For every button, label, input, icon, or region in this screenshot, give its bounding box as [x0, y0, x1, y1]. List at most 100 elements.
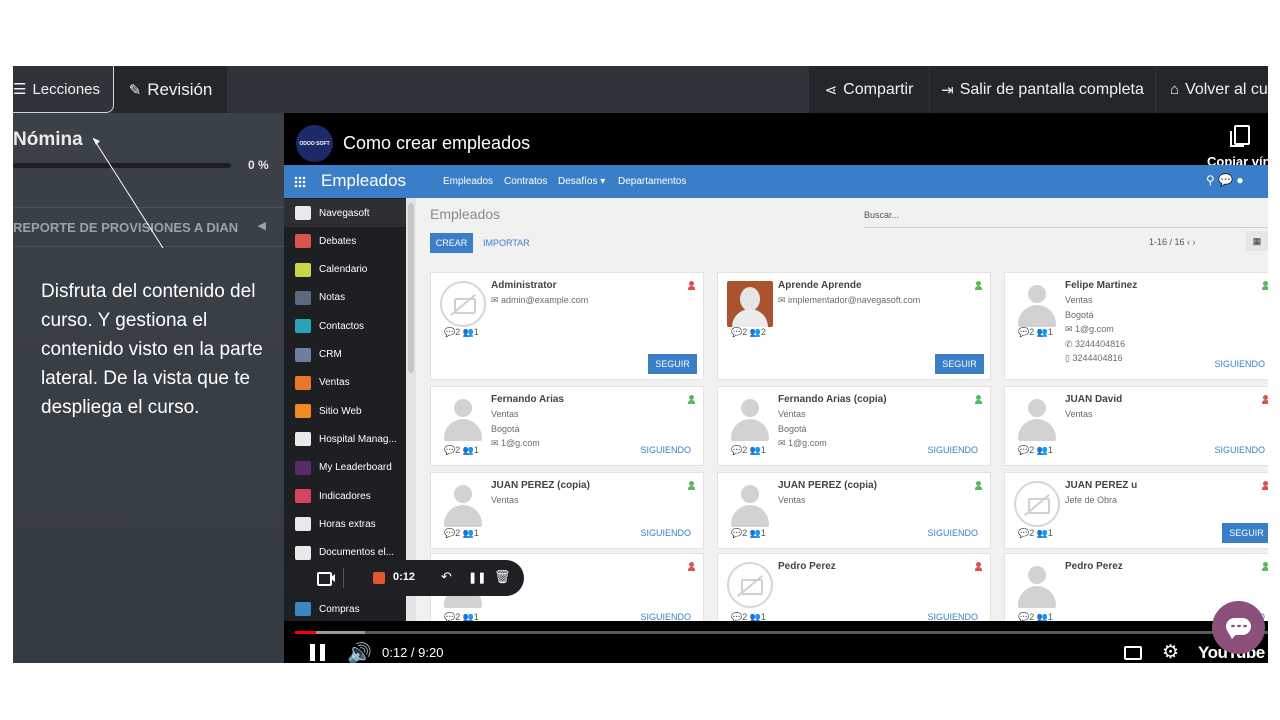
video-time: 0:12 / 9:20 [382, 645, 444, 660]
employee-name: Pedro Perez [778, 561, 836, 572]
exit-fullscreen-button[interactable]: ⇥ Salir de pantalla completa [930, 66, 1155, 113]
odoo-navbar: Empleados Empleados Contratos Desafíos ▾… [284, 165, 1268, 198]
odoo-app-item: Calendario [284, 256, 406, 284]
odoo-import-button: IMPORTAR [483, 238, 530, 248]
employee-card: JUAN PEREZ u Jefe de Obra 💬2 👥1 SEGUIR [1004, 472, 1268, 549]
following-label: SIGUIENDO [640, 528, 691, 538]
employee-avatar [440, 481, 486, 527]
app-icon [295, 319, 311, 334]
employee-card: Aprende Aprende ✉ implementador@navegasof… [717, 272, 991, 380]
presence-status-icon [688, 281, 695, 290]
presence-status-icon [688, 562, 695, 571]
odoo-content: Empleados Buscar... CREAR IMPORTAR 1-16 … [416, 198, 1268, 621]
pause-icon[interactable]: ❚❚ [468, 571, 486, 584]
app-icon [295, 517, 311, 532]
presence-status-icon [975, 481, 982, 490]
camera-icon[interactable] [309, 568, 343, 588]
following-label: SIGUIENDO [927, 445, 978, 455]
video-played [295, 631, 316, 634]
settings-icon[interactable]: ⚙ [1162, 641, 1179, 663]
lessons-button[interactable]: ☰ Lecciones [13, 66, 114, 113]
share-button[interactable]: ⋖ Compartir [809, 66, 929, 113]
employee-detail: Ventas [778, 495, 806, 505]
apps-grid-icon [294, 176, 306, 188]
follow-button: SEGUIR [648, 354, 697, 374]
employee-counters: 💬2 👥2 [731, 327, 766, 337]
odoo-app-label: Sitio Web [319, 405, 362, 417]
following-label: SIGUIENDO [640, 612, 691, 621]
employee-counters: 💬2 👥1 [1018, 612, 1053, 621]
video-title[interactable]: Como crear empleados [343, 133, 530, 154]
employee-name: Pedro Perez [1065, 561, 1123, 572]
odoo-app-item: Contactos [284, 312, 406, 340]
review-button[interactable]: ✎ Revisión [114, 66, 227, 113]
employee-detail: Bogotá [1065, 309, 1094, 320]
odoo-app-item: Sitio Web [284, 397, 406, 425]
presence-status-icon [688, 481, 695, 490]
employee-name: Fernando Arias (copia) [778, 394, 887, 405]
employee-name: JUAN PEREZ (copia) [778, 480, 877, 491]
employee-name: JUAN PEREZ (copia) [491, 480, 590, 491]
following-label: SIGUIENDO [927, 612, 978, 621]
play-pause-button[interactable] [310, 644, 326, 661]
following-label: SIGUIENDO [640, 445, 691, 455]
employee-detail: Ventas [491, 409, 519, 419]
stop-recording-button[interactable] [373, 572, 385, 584]
captions-icon[interactable] [1124, 646, 1142, 660]
odoo-app-label: Compras [319, 603, 360, 615]
odoo-app-item: Notas [284, 284, 406, 312]
trash-icon[interactable]: 🗑 [494, 569, 511, 585]
odoo-app-item: Indicadores [284, 482, 406, 510]
app-icon [295, 602, 311, 617]
employee-avatar [440, 281, 486, 327]
employee-detail: Ventas [491, 495, 519, 505]
kanban-view-icon: ▦ [1246, 231, 1268, 251]
presence-status-icon [975, 281, 982, 290]
review-label: Revisión [147, 79, 213, 99]
odoo-app-item: My Leaderboard [284, 454, 406, 482]
following-label: SIGUIENDO [1214, 359, 1265, 369]
volume-icon[interactable]: 🔊 [347, 641, 372, 663]
top-bar: ☰ Lecciones ✎ Revisión ⋖ Compartir ⇥ Sal… [13, 66, 1268, 113]
odoo-menu-contratos: Contratos [504, 176, 548, 187]
odoo-breadcrumb: Empleados [430, 206, 501, 222]
employee-card: JUAN PEREZ (copia) Ventas 💬2 👥1 SIGUIENDO [430, 472, 704, 549]
employee-avatar [1014, 395, 1060, 441]
follow-button: SEGUIR [935, 354, 984, 374]
employee-detail: ✉ 1@g.com [1065, 324, 1114, 334]
menu-icon: ☰ [13, 81, 27, 98]
copy-icon[interactable] [1230, 125, 1250, 147]
employee-counters: 💬2 👥1 [1018, 445, 1053, 455]
lessons-label: Lecciones [32, 80, 100, 98]
odoo-search-input: Buscar... [864, 210, 1268, 228]
video-progress-bar[interactable] [295, 631, 1268, 634]
employee-detail: ▯ 3244404816 [1065, 353, 1123, 363]
home-icon: ⌂ [1170, 81, 1180, 98]
share-icon: ⋖ [824, 81, 838, 99]
employee-counters: 💬2 👥1 [444, 327, 479, 337]
course-progress-label: 0 % [248, 158, 269, 172]
video-player[interactable]: ODOO·SOFT Como crear empleados Copiar ví… [284, 113, 1268, 663]
odoo-app-label: CRM [319, 349, 342, 360]
employee-counters: 💬2 👥1 [1018, 327, 1053, 337]
employee-card: Fernando Arias (copia) Ventas Bogotá ✉ 1@g.… [717, 386, 991, 466]
odoo-menu-empleados: Empleados [443, 176, 494, 187]
app-icon [295, 460, 311, 475]
employee-name: JUAN PEREZ u [1065, 480, 1138, 491]
odoo-app-name: Empleados [321, 171, 407, 190]
lesson-viewer: ☰ Lecciones ✎ Revisión ⋖ Compartir ⇥ Sal… [13, 66, 1268, 663]
employee-detail: ✉ 1@g.com [491, 438, 540, 448]
employee-detail: ✉ implementador@navegasoft.com [778, 295, 921, 305]
video-frame-odoo: Empleados Empleados Contratos Desafíos ▾… [284, 165, 1268, 621]
back-to-course-button[interactable]: ⌂ Volver al curso [1156, 66, 1268, 113]
employee-counters: 💬2 👥1 [444, 528, 479, 538]
app-icon [295, 290, 311, 305]
channel-logo[interactable]: ODOO·SOFT [296, 125, 333, 162]
screen-recorder-toolbar[interactable]: 0:12 ↶ ❚❚ 🗑 [284, 560, 524, 596]
employee-avatar [1014, 281, 1060, 327]
employee-avatar [727, 562, 773, 608]
presence-status-icon [688, 395, 695, 404]
undo-icon[interactable]: ↶ [441, 569, 452, 585]
odoo-app-item: Debates [284, 227, 406, 255]
employee-card: Fernando Arias Ventas Bogotá ✉ 1@g.com 💬2 👥1… [430, 386, 704, 466]
